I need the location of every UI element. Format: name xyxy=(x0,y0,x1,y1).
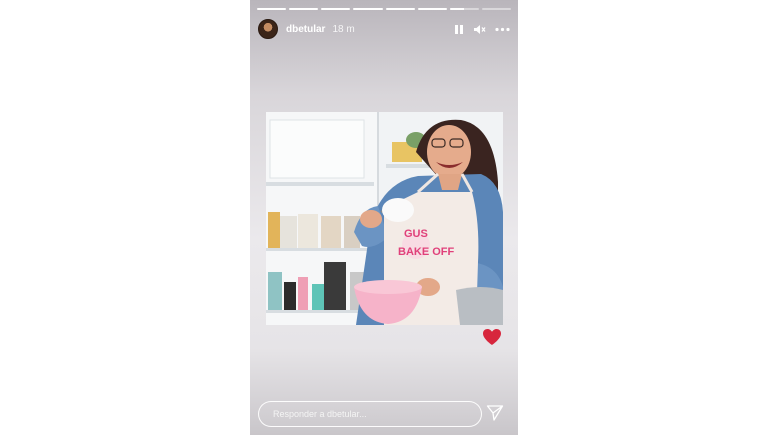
story-time: 18 m xyxy=(332,23,355,35)
progress-segment xyxy=(321,8,351,10)
apron-text-bake-off: BAKE OFF xyxy=(398,246,455,258)
progress-segment xyxy=(417,8,447,10)
story-progress-bar xyxy=(257,8,511,11)
more-options-icon[interactable] xyxy=(495,27,510,32)
pause-icon[interactable] xyxy=(454,24,464,35)
reply-input[interactable] xyxy=(271,408,481,420)
username[interactable]: dbetular xyxy=(286,24,325,35)
avatar[interactable] xyxy=(258,19,278,39)
volume-icon[interactable] xyxy=(473,24,486,35)
send-icon[interactable] xyxy=(486,404,504,427)
progress-segment-current xyxy=(449,8,479,10)
progress-segment xyxy=(257,8,287,10)
story-controls xyxy=(454,24,510,35)
story-photo: GUS BAKE OFF xyxy=(266,112,503,325)
progress-segment xyxy=(481,8,511,10)
story-header: dbetular 18 m xyxy=(258,18,510,40)
progress-segment xyxy=(353,8,383,10)
heart-icon[interactable] xyxy=(482,328,502,351)
progress-segment xyxy=(385,8,415,10)
reply-field[interactable] xyxy=(258,401,482,427)
progress-segment xyxy=(289,8,319,10)
apron-text-gus: GUS xyxy=(404,228,428,240)
story-viewer: dbetular 18 m GUS BAKE OFF Responder a d… xyxy=(250,0,518,435)
